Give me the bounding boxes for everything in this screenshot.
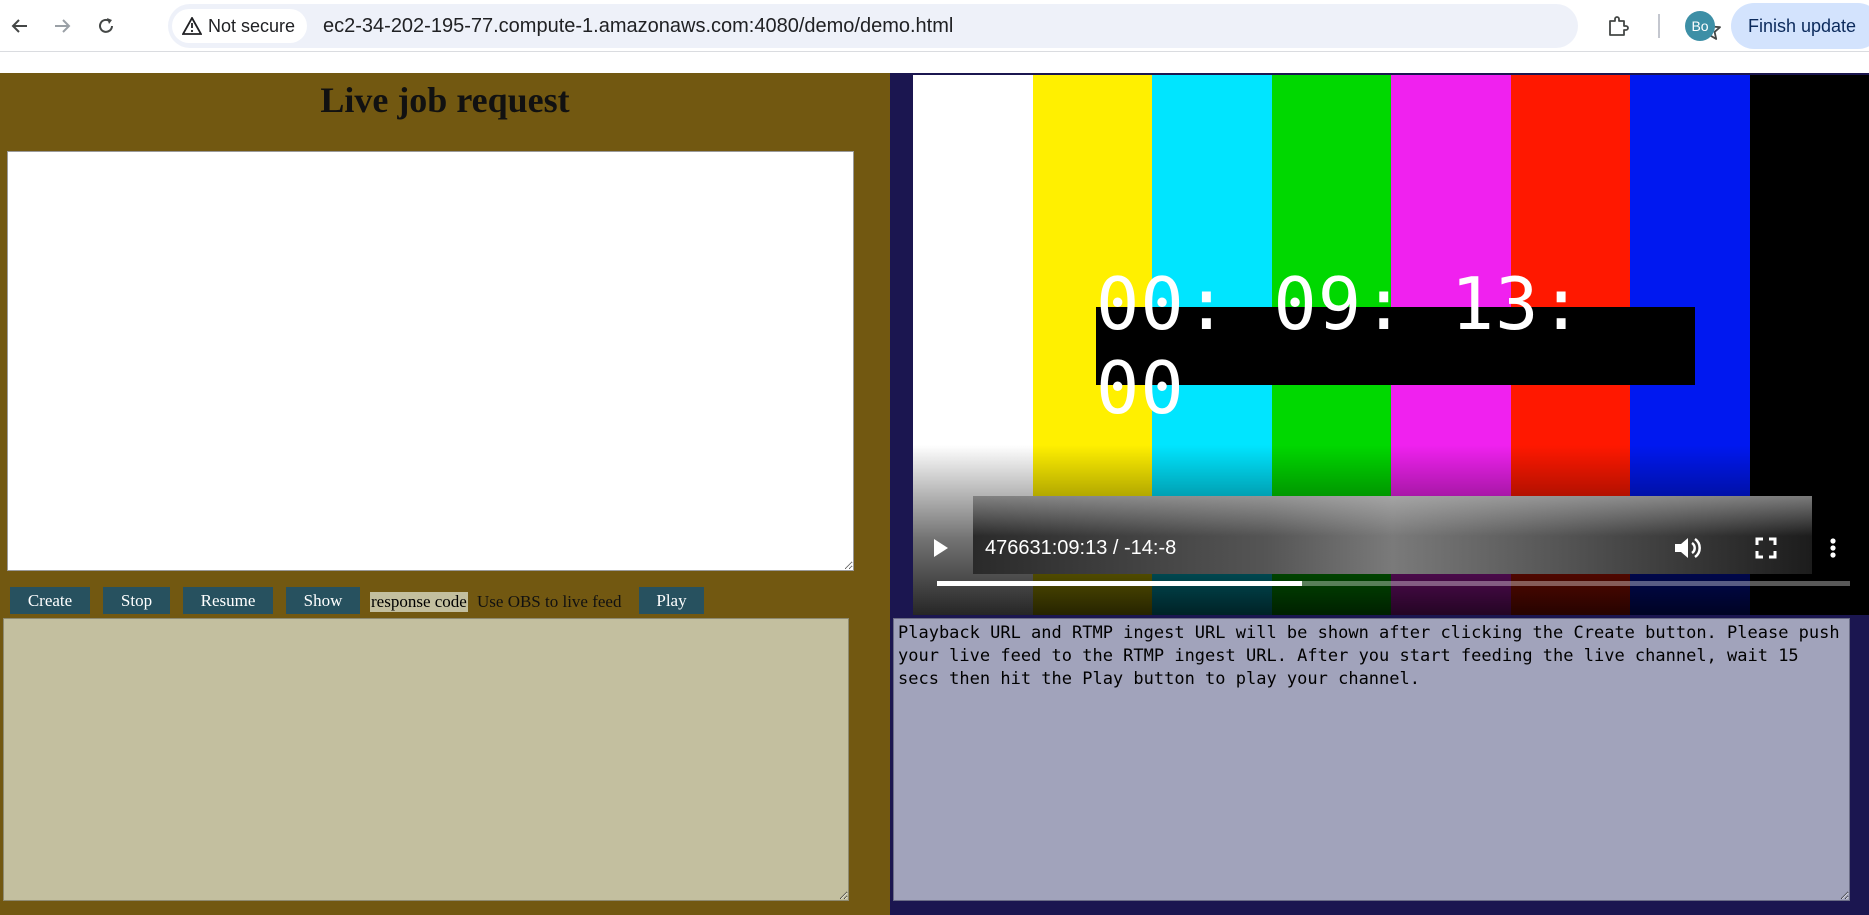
more-vert-icon [1830,538,1836,558]
job-request-panel: Live job request Create Stop Resume Show… [0,73,890,915]
page-title: Live job request [320,80,570,120]
browser-toolbar: Not secure ec2-34-202-195-77.compute-1.a… [0,0,1869,52]
response-textarea[interactable] [3,618,849,901]
forward-arrow-icon [55,19,71,33]
url-text[interactable]: ec2-34-202-195-77.compute-1.amazonaws.co… [323,15,953,38]
forward-button[interactable] [46,10,78,42]
job-request-textarea[interactable] [7,151,854,571]
video-time-display: 476631:09:13 / -14:-8 [985,537,1177,559]
play-icon [934,539,948,557]
security-label: Not secure [208,15,296,36]
fullscreen-button[interactable] [1751,533,1781,563]
back-button[interactable] [4,10,36,42]
mute-button[interactable] [1671,533,1703,563]
warning-icon [182,17,202,35]
reload-icon [99,18,113,33]
reload-button[interactable] [90,10,122,42]
address-bar[interactable]: Not secure ec2-34-202-195-77.compute-1.a… [168,4,1721,48]
playback-info-textarea[interactable]: Playback URL and RTMP ingest URL will be… [893,618,1850,901]
extensions-button[interactable] [1600,10,1636,42]
video-play-button[interactable] [925,533,955,563]
resume-button[interactable]: Resume [183,587,273,614]
volume-icon [1675,537,1701,559]
back-arrow-icon [11,19,27,33]
finish-update-button[interactable]: Finish update [1731,3,1869,49]
video-timecode-overlay: 00: 09: 13: 00 [1096,262,1695,430]
toolbar-divider [1658,14,1660,38]
puzzle-piece-icon [1609,16,1629,36]
obs-hint-text: Use OBS to live feed [477,592,622,611]
play-button[interactable]: Play [639,587,704,614]
controls-highlight [973,496,1812,536]
site-info-chip[interactable]: Not secure [172,9,308,43]
more-options-button[interactable] [1823,533,1843,563]
fullscreen-icon [1755,537,1777,559]
player-panel: 00: 09: 13: 00 476631:09:13 / -14:-8 [890,73,1869,915]
video-progress-fill [937,581,1303,586]
page-content: Live job request Create Stop Resume Show… [0,73,1869,915]
create-button[interactable]: Create [10,587,90,614]
stop-button[interactable]: Stop [103,587,170,614]
response-code-label: response code [370,592,468,612]
show-button[interactable]: Show [286,587,360,614]
video-player[interactable]: 00: 09: 13: 00 476631:09:13 / -14:-8 [913,75,1869,615]
video-progress-bar[interactable] [937,581,1850,586]
profile-avatar[interactable]: Bo [1685,11,1715,41]
